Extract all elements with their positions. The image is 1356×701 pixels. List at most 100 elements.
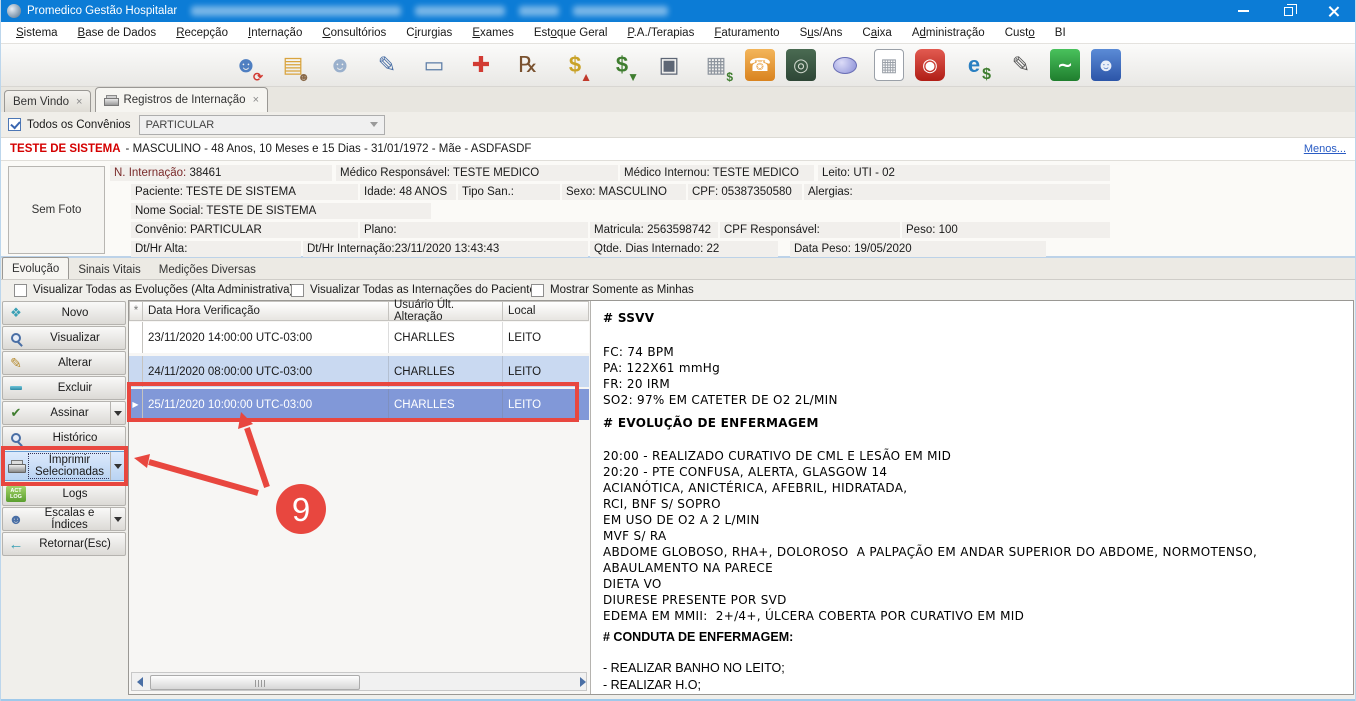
scrollbar-thumb[interactable]: [150, 675, 360, 690]
menu-internacao[interactable]: Internação: [238, 24, 312, 42]
todos-convenios-checkbox[interactable]: [8, 118, 21, 131]
sign-check-icon: ✔: [3, 405, 29, 421]
phone-directory-icon[interactable]: ☎: [745, 49, 775, 81]
menu-pa-terapias[interactable]: P.A./Terapias: [617, 24, 704, 42]
contacts-book-icon[interactable]: ☻: [1091, 49, 1121, 81]
tab-sinais-vitais[interactable]: Sinais Vitais: [69, 260, 149, 279]
column-header-local[interactable]: Local: [503, 301, 589, 321]
window-title: Promedico Gestão Hospitalar: [27, 5, 177, 17]
assinar-button[interactable]: ✔Assinar: [2, 401, 126, 425]
column-header-data-hora[interactable]: Data Hora Verificação: [143, 301, 389, 321]
logs-button[interactable]: ACTLOGLogs: [2, 482, 126, 506]
grid-corner[interactable]: *: [129, 301, 143, 321]
document-signing-icon[interactable]: ✎: [1003, 46, 1039, 84]
minimize-button[interactable]: [1221, 0, 1266, 22]
minimize-icon: [1238, 10, 1249, 12]
horizontal-scrollbar[interactable]: [131, 672, 587, 691]
tab-evolucao[interactable]: Evolução: [2, 257, 69, 279]
revenue-icon[interactable]: $▲: [557, 46, 593, 84]
menu-sus-ans[interactable]: Sus/Ans: [790, 24, 853, 42]
novo-button[interactable]: ❖Novo: [2, 301, 126, 325]
menu-custo[interactable]: Custo: [995, 24, 1045, 42]
checkbox-todas-evolucoes[interactable]: [14, 284, 27, 297]
printer-icon: [104, 95, 117, 105]
printer-icon: [3, 460, 29, 472]
prescription-icon[interactable]: ✎: [369, 46, 405, 84]
retornar-button[interactable]: ←Retornar(Esc): [2, 532, 126, 556]
field-cpf-responsavel: CPF Responsável:: [720, 222, 900, 238]
menos-link[interactable]: Menos...: [1304, 143, 1346, 155]
medical-staff-icon[interactable]: ☻: [322, 46, 358, 84]
menu-exames[interactable]: Exames: [462, 24, 524, 42]
invoice-icon[interactable]: ▦: [874, 49, 904, 81]
financial-report-icon[interactable]: ▦$: [698, 46, 734, 84]
historico-button[interactable]: Histórico: [2, 426, 126, 450]
restore-button[interactable]: [1266, 0, 1311, 22]
imprimir-selecionadas-button[interactable]: Imprimir Selecionadas: [2, 451, 126, 481]
escalas-indices-button[interactable]: ☻Escalas e Índices: [2, 507, 126, 531]
field-n-internacao: N. Internação: 38461: [110, 165, 332, 181]
assinar-dropdown[interactable]: [110, 402, 125, 424]
tab-registros-de-internacao[interactable]: Registros de Internação ×: [95, 87, 268, 112]
field-matricula: Matricula: 2563598742: [590, 222, 718, 238]
tab-medicoes-diversas[interactable]: Medições Diversas: [150, 260, 265, 279]
table-row[interactable]: 23/11/2020 14:00:00 UTC-03:00 CHARLLES L…: [129, 322, 589, 353]
tab-close-icon[interactable]: ×: [76, 96, 82, 108]
hospital-bed-icon[interactable]: ▭: [416, 46, 452, 84]
menu-administracao[interactable]: Administração: [902, 24, 995, 42]
messages-icon[interactable]: [827, 46, 863, 84]
safe-icon[interactable]: ▣: [651, 46, 687, 84]
menu-cirurgias[interactable]: Cirurgias: [396, 24, 462, 42]
scroll-right-arrow[interactable]: [570, 673, 586, 690]
menu-caixa[interactable]: Caixa: [852, 24, 901, 42]
field-medico-responsavel: Médico Responsável: TESTE MEDICO: [336, 165, 618, 181]
menu-estoque-geral[interactable]: Estoque Geral: [524, 24, 618, 42]
filter-bar: Todos os Convênios PARTICULAR: [0, 112, 1356, 138]
view-options-row: Visualizar Todas as Evoluções (Alta Admi…: [0, 280, 1356, 300]
table-row-selected[interactable]: ▶ 25/11/2020 10:00:00 UTC-03:00 CHARLLES…: [129, 389, 589, 420]
field-dt-hr-alta: Dt/Hr Alta:: [131, 241, 301, 257]
visualizar-button[interactable]: Visualizar: [2, 326, 126, 350]
menu-bi[interactable]: BI: [1045, 24, 1076, 42]
menu-sistema[interactable]: Sistema: [6, 24, 68, 42]
column-header-usuario[interactable]: Usuário Últ. Alteração: [389, 301, 503, 321]
alterar-button[interactable]: ✎Alterar: [2, 351, 126, 375]
patients-sync-icon[interactable]: ☻⟳: [228, 46, 264, 84]
field-qtde-dias-internado: Qtde. Dias Internado: 22: [590, 241, 778, 257]
field-data-peso: Data Peso: 19/05/2020: [790, 241, 1046, 257]
expenses-icon[interactable]: $▼: [604, 46, 640, 84]
menu-faturamento[interactable]: Faturamento: [704, 24, 789, 42]
tab-close-icon[interactable]: ×: [253, 94, 259, 106]
shutdown-icon[interactable]: ◉: [915, 49, 945, 81]
field-paciente: Paciente: TESTE DE SISTEMA: [131, 184, 358, 200]
manuals-icon[interactable]: ◎: [786, 49, 816, 81]
tab-bem-vindo[interactable]: Bem Vindo ×: [4, 90, 91, 112]
field-sexo: Sexo: MASCULINO: [562, 184, 686, 200]
electronic-billing-icon[interactable]: e$: [956, 46, 992, 84]
vital-signs-book-icon[interactable]: ∼: [1050, 49, 1080, 81]
back-arrow-icon: ←: [3, 536, 29, 553]
photo-placeholder: Sem Foto: [8, 166, 105, 254]
evolution-text-panel: # SSVV FC: 74 BPM PA: 122X61 mmHg FR: 20…: [591, 301, 1353, 694]
menu-base-de-dados[interactable]: Base de Dados: [68, 24, 167, 42]
scroll-left-arrow[interactable]: [132, 673, 148, 690]
checkbox-todas-internacoes[interactable]: [291, 284, 304, 297]
redacted-info: [415, 6, 505, 16]
menu-consultorios[interactable]: Consultórios: [312, 24, 396, 42]
convenio-dropdown[interactable]: PARTICULAR: [139, 115, 385, 135]
patient-folder-icon[interactable]: ▤☻: [275, 46, 311, 84]
escalas-dropdown[interactable]: [110, 508, 125, 530]
checkbox-somente-minhas[interactable]: [531, 284, 544, 297]
row-indicator: [129, 356, 143, 387]
pencil-icon: ✎: [3, 355, 29, 372]
excluir-button[interactable]: Excluir: [2, 376, 126, 400]
imprimir-dropdown[interactable]: [110, 452, 125, 480]
enfermagem-body: 20:00 - REALIZADO CURATIVO DE CML E LESÃ…: [603, 448, 1341, 624]
close-button[interactable]: [1311, 0, 1356, 22]
table-row[interactable]: 24/11/2020 08:00:00 UTC-03:00 CHARLLES L…: [129, 356, 589, 387]
menu-recepcao[interactable]: Recepção: [166, 24, 238, 42]
ambulance-icon[interactable]: ✚: [463, 46, 499, 84]
field-idade: Idade: 48 ANOS: [360, 184, 456, 200]
pharmacy-stock-icon[interactable]: ℞: [510, 46, 546, 84]
app-icon: [7, 4, 21, 18]
